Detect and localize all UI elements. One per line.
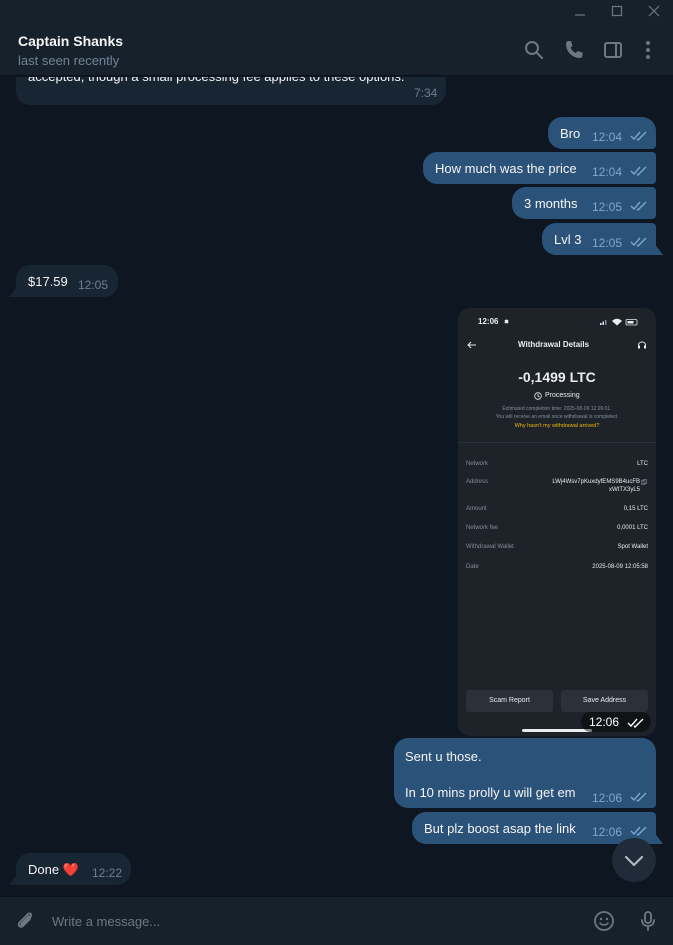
phone-icon[interactable]	[562, 38, 586, 62]
bubble-tail	[9, 285, 18, 297]
phone-status-icons	[600, 318, 638, 326]
copy-icon	[641, 479, 647, 485]
message-text: How much was the price	[435, 161, 577, 176]
detail-label: Date	[466, 564, 479, 570]
more-vertical-icon[interactable]	[636, 38, 660, 62]
read-checkmarks-icon	[630, 131, 647, 141]
message-time: 12:05	[592, 236, 623, 250]
message-time: 12:06	[592, 791, 623, 805]
message-text: Lvl 3	[554, 232, 582, 247]
detail-label: Network fee	[466, 525, 499, 531]
detail-value-cont: xWtTX3yL5	[608, 487, 640, 493]
bell-muted-icon	[504, 319, 509, 324]
detail-value: LWj4Wsv7pKuxdyfEMS9B4ucFB	[552, 479, 640, 485]
microphone-icon[interactable]	[636, 909, 660, 933]
photo-time-badge: 12:06	[581, 712, 651, 732]
save-address-button: Save Address	[561, 690, 648, 712]
eta-text: Estimated completion time: 2025-08-09 12…	[502, 406, 612, 412]
withdrawal-title: Withdrawal Details	[518, 340, 590, 349]
message-time: 12:05	[592, 200, 623, 214]
message-text: Bro	[560, 126, 581, 141]
help-link: Why hasn't my withdrawal arrived?	[514, 423, 600, 429]
chat-header: Captain Shanks last seen recently	[0, 24, 673, 76]
detail-value: Spot Wallet	[617, 544, 648, 550]
message-time: 12:22	[92, 866, 123, 880]
detail-label: Address	[466, 479, 489, 485]
detail-value: 2025-08-09 12:05:58	[592, 564, 648, 570]
message-text: Sent u those.	[405, 749, 482, 764]
divider	[458, 442, 656, 443]
search-icon[interactable]	[522, 38, 546, 62]
home-indicator	[522, 729, 592, 732]
headset-icon	[638, 341, 646, 349]
scam-report-button: Scam Report	[466, 690, 553, 712]
message-outgoing[interactable]: How much was the price 12:04	[423, 152, 656, 184]
detail-value: 0,0001 LTC	[617, 525, 648, 531]
close-window-icon[interactable]	[644, 2, 664, 22]
message-text: $17.59	[28, 274, 68, 289]
photo-message[interactable]: 12:06 Withdrawal Details -0,1499 LTC Pro…	[458, 308, 656, 736]
withdrawal-amount: -0,1499 LTC	[518, 369, 596, 385]
read-checkmarks-icon	[630, 166, 647, 176]
message-time: 12:04	[592, 130, 623, 144]
message-time: 7:34	[414, 86, 438, 100]
message-time: 12:06	[589, 715, 620, 729]
bubble-tail	[654, 243, 663, 255]
message-text: accepted, though a small processing fee …	[28, 77, 405, 85]
read-checkmarks-icon	[630, 826, 647, 836]
paperclip-icon[interactable]	[13, 909, 37, 933]
chat-status: last seen recently	[18, 53, 120, 68]
phone-status-time: 12:06	[478, 317, 499, 326]
minimize-icon[interactable]	[570, 2, 590, 22]
message-outgoing[interactable]: 3 months 12:05	[512, 187, 656, 219]
clock-icon	[534, 392, 542, 400]
message-incoming[interactable]: $17.59 12:05	[16, 265, 118, 297]
message-text: 3 months	[524, 196, 578, 211]
message-time: 12:04	[592, 165, 623, 179]
emoji-icon[interactable]	[592, 909, 616, 933]
message-outgoing[interactable]: Bro 12:04	[548, 117, 656, 149]
read-checkmarks-icon	[627, 718, 644, 728]
back-arrow-icon	[467, 341, 476, 349]
message-composer	[0, 896, 673, 945]
message-text: In 10 mins prolly u will get em	[405, 785, 576, 800]
message-outgoing[interactable]: Sent u those. In 10 mins prolly u will g…	[394, 738, 656, 808]
bubble-tail	[9, 873, 18, 885]
sidebar-toggle-icon[interactable]	[601, 38, 625, 62]
message-text: Done	[28, 862, 60, 877]
heart-emoji: ❤️	[62, 862, 79, 877]
message-incoming[interactable]: Done ❤️ 12:22	[16, 853, 131, 885]
detail-label: Amount	[466, 506, 487, 512]
detail-value: LTC	[637, 461, 648, 467]
maximize-icon[interactable]	[607, 2, 627, 22]
chat-name[interactable]: Captain Shanks	[18, 33, 123, 49]
message-incoming-partial[interactable]: accepted, though a small processing fee …	[16, 77, 446, 105]
chevron-down-icon	[624, 855, 644, 867]
detail-label: Withdrawal Wallet	[466, 544, 514, 550]
message-outgoing[interactable]: Lvl 3 12:05	[542, 223, 656, 255]
email-note: You will receive an email once withdrawa…	[495, 414, 619, 420]
read-checkmarks-icon	[630, 201, 647, 211]
withdrawal-status: Processing	[545, 392, 580, 399]
detail-label: Network	[466, 461, 489, 467]
message-input[interactable]	[52, 911, 572, 931]
read-checkmarks-icon	[630, 237, 647, 247]
detail-value: 0,15 LTC	[623, 506, 648, 512]
read-checkmarks-icon	[630, 792, 647, 802]
message-time: 12:05	[78, 278, 109, 292]
window-titlebar	[0, 0, 673, 24]
message-text: But plz boost asap the link	[424, 821, 576, 836]
scroll-to-bottom-button[interactable]	[612, 838, 656, 882]
